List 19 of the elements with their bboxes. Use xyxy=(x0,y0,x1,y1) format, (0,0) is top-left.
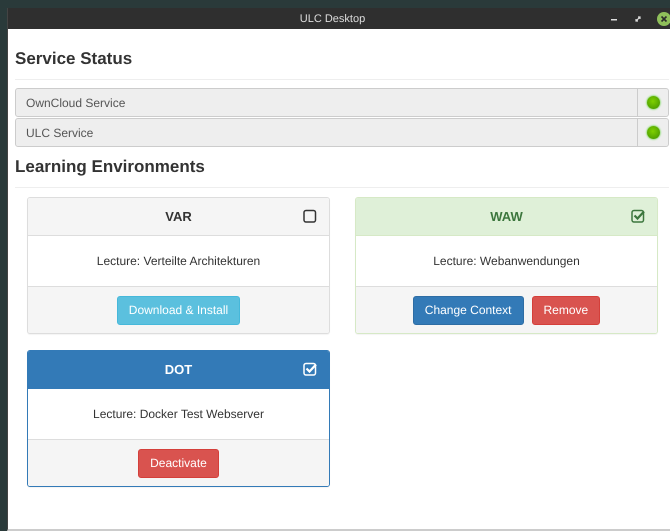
card-title: VAR xyxy=(165,209,192,224)
card-title: DOT xyxy=(164,362,192,377)
card-description: Lecture: Webanwendungen xyxy=(433,254,580,268)
action-button[interactable]: Deactivate xyxy=(138,448,219,478)
close-icon[interactable] xyxy=(657,12,670,26)
checkbox-icon[interactable] xyxy=(303,209,317,223)
checked-checkbox-icon[interactable] xyxy=(631,209,645,223)
service-name: OwnCloud Service xyxy=(25,94,126,112)
card-description: Lecture: Verteilte Architekturen xyxy=(96,254,260,268)
action-button[interactable]: Change Context xyxy=(412,296,524,324)
section-heading: Learning Environments xyxy=(15,156,206,177)
action-button[interactable]: Download & Install xyxy=(116,296,240,324)
section-heading: Service Status xyxy=(15,48,134,69)
card-description: Lecture: Docker Test Webserver xyxy=(93,407,264,421)
window-title: ULC Desktop xyxy=(300,12,366,24)
restore-icon[interactable] xyxy=(633,14,643,24)
service-name: ULC Service xyxy=(25,124,94,142)
action-button[interactable]: Remove xyxy=(532,296,600,324)
card-title: WAW xyxy=(490,209,523,224)
